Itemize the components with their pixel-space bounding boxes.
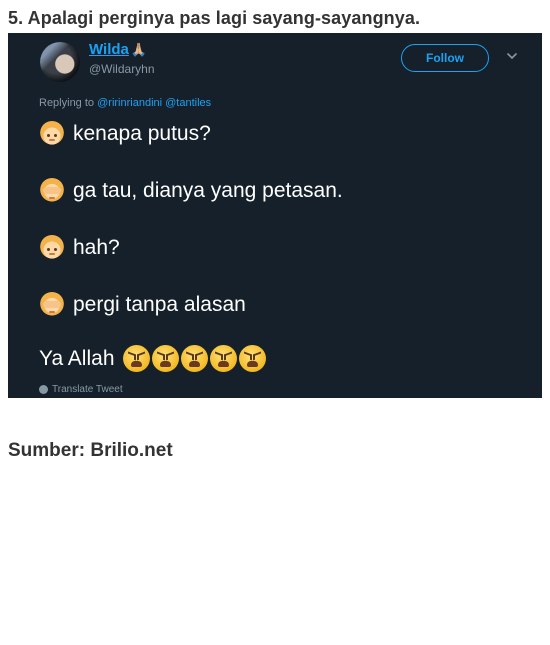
article-heading: 5. Apalagi perginya pas lagi sayang-saya… [8,8,421,28]
person-emoji-icon [39,121,65,147]
tweet-line-text: ga tau, dianya yang petasan. [73,179,343,202]
replying-to: Replying to @ririnriandini @tantiles [39,97,211,109]
tweet-author: Wilda 🙏🏼 [89,41,147,58]
chevron-down-icon[interactable] [505,49,519,63]
translate-label: Translate Tweet [52,384,123,395]
tweet-line: ga tau, dianya yang petasan. [39,178,343,204]
hands-emoji-icon [39,292,65,318]
tired-face-icon [122,345,150,372]
tired-face-emoji-row [122,345,266,372]
tired-face-icon [238,345,266,372]
source-credit: Sumber: Brilio.net [8,440,173,461]
tweet-line-text: kenapa putus? [73,122,211,145]
replying-prefix: Replying to [39,97,95,109]
person-emoji-icon [39,235,65,261]
tired-face-icon [151,345,179,372]
tired-face-icon [180,345,208,372]
globe-icon [39,385,48,394]
tired-face-icon [209,345,237,372]
tweet-screenshot: Wilda 🙏🏼 @Wildaryhn Follow Replying to @… [8,33,542,398]
author-handle: @Wildaryhn [89,62,155,76]
hands-emoji-icon [39,178,65,204]
replying-mentions[interactable]: @ririnriandini @tantiles [97,97,211,109]
translate-tweet[interactable]: Translate Tweet [39,384,123,395]
folded-hands-icon: 🙏🏼 [130,42,148,57]
tweet-line: kenapa putus? [39,121,211,147]
avatar[interactable] [40,42,80,82]
follow-button[interactable]: Follow [401,44,489,72]
tweet-line-text: pergi tanpa alasan [73,293,246,316]
tweet-line-text: hah? [73,236,120,259]
closing-text: Ya Allah [39,346,115,370]
tweet-line: pergi tanpa alasan [39,292,246,318]
author-name[interactable]: Wilda [89,41,129,58]
tweet-line: hah? [39,235,120,261]
tweet-closing-line: Ya Allah [39,345,266,372]
